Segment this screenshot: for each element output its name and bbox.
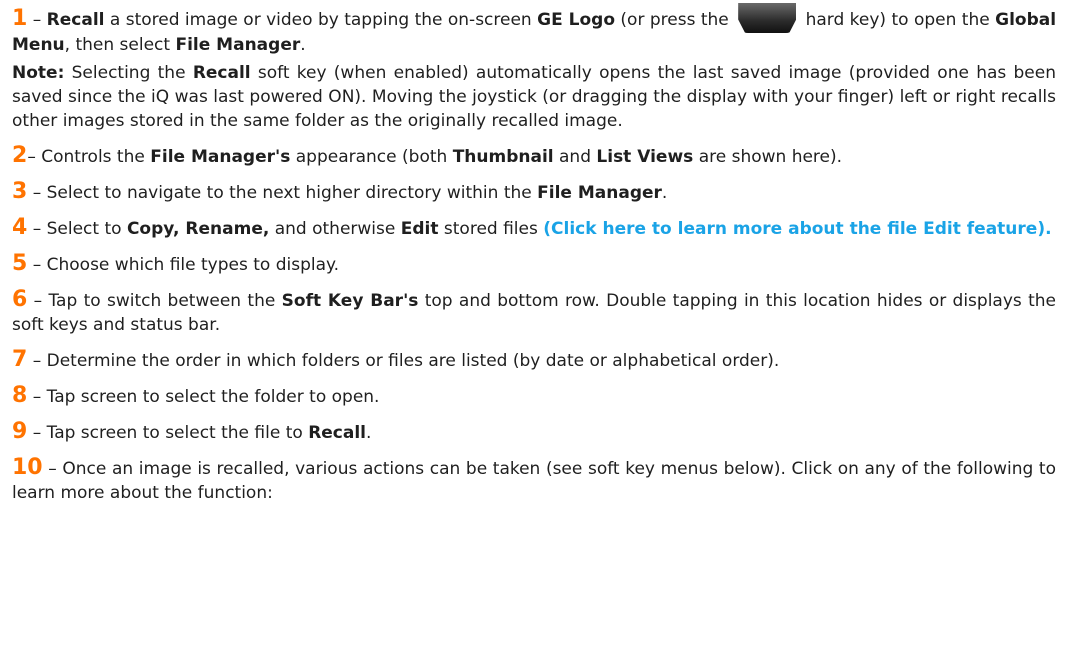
step-text: Choose which file types to display.	[46, 255, 340, 275]
recall-term: Recall	[308, 423, 367, 443]
file-managers-term: File Manager's	[150, 147, 291, 167]
dash: –	[33, 291, 43, 311]
step-number: 8	[12, 383, 28, 408]
step-text: Select to navigate to the next higher di…	[46, 183, 532, 203]
step-number: 9	[12, 419, 28, 444]
step-text: Select to	[46, 219, 122, 239]
step-text: stored files	[443, 219, 538, 239]
step-text: Tap to switch between the	[48, 291, 276, 311]
step-text: , then select	[64, 35, 171, 55]
step-text: Determine the order in which folders or …	[46, 351, 780, 371]
step-number: 5	[12, 251, 28, 276]
step-number: 7	[12, 347, 28, 372]
step-number: 6	[12, 287, 28, 312]
list-views-term: List Views	[596, 147, 694, 167]
step-1: 1 – Recall a stored image or video by ta…	[12, 3, 1056, 57]
step-text: Tap screen to select the folder to open.	[46, 387, 380, 407]
dash: –	[32, 387, 42, 407]
step-text: .	[661, 183, 668, 203]
ge-logo-hard-key-icon	[738, 3, 797, 33]
step-2: 2– Controls the File Manager's appearanc…	[12, 144, 1056, 169]
step-text: and	[559, 147, 591, 167]
step-10: 10 – Once an image is recalled, various …	[12, 456, 1056, 505]
step-text: Once an image is recalled, various actio…	[12, 459, 1056, 503]
dash: –	[32, 255, 42, 275]
dash: –	[48, 459, 57, 479]
dash: –	[32, 219, 42, 239]
recall-term: Recall	[192, 63, 251, 83]
soft-key-bar-term: Soft Key Bar's	[281, 291, 419, 311]
step-4: 4 – Select to Copy, Rename, and otherwis…	[12, 216, 1056, 241]
dash: –	[32, 10, 42, 30]
thumbnail-term: Thumbnail	[452, 147, 554, 167]
step-5: 5 – Choose which file types to display.	[12, 252, 1056, 277]
note-label: Note:	[12, 63, 65, 83]
step-number: 1	[12, 6, 28, 31]
recall-term: Recall	[46, 10, 105, 30]
step-number: 3	[12, 179, 28, 204]
step-text: Tap screen to select the file to	[46, 423, 303, 443]
step-number: 2	[12, 143, 28, 168]
instructions-page: 1 – Recall a stored image or video by ta…	[0, 0, 1068, 505]
step-text: Controls the	[41, 147, 145, 167]
step-text: appearance (both	[295, 147, 448, 167]
step-text: (or press the	[620, 10, 729, 30]
note-text: Selecting the	[71, 63, 186, 83]
step-text: .	[366, 423, 372, 443]
step-text: are shown here).	[698, 147, 843, 167]
step-3: 3 – Select to navigate to the next highe…	[12, 180, 1056, 205]
edit-feature-link[interactable]: (Click here to learn more about the file…	[543, 219, 1051, 239]
edit-term: Edit	[400, 219, 439, 239]
dash: –	[27, 147, 36, 167]
file-manager-term: File Manager	[175, 35, 301, 55]
note: Note: Selecting the Recall soft key (whe…	[12, 61, 1056, 133]
step-6: 6 – Tap to switch between the Soft Key B…	[12, 288, 1056, 337]
step-9: 9 – Tap screen to select the file to Rec…	[12, 420, 1056, 445]
step-8: 8 – Tap screen to select the folder to o…	[12, 384, 1056, 409]
step-text: and otherwise	[274, 219, 396, 239]
step-number: 4	[12, 215, 28, 240]
step-text: a stored image or video by tapping the o…	[109, 10, 532, 30]
dash: –	[32, 351, 42, 371]
step-text: hard key) to open the	[805, 10, 990, 30]
step-number: 10	[12, 455, 43, 480]
step-text: .	[300, 35, 306, 55]
dash: –	[32, 423, 42, 443]
ge-logo-term: GE Logo	[537, 10, 615, 30]
dash: –	[32, 183, 42, 203]
step-7: 7 – Determine the order in which folders…	[12, 348, 1056, 373]
file-manager-term: File Manager	[537, 183, 662, 203]
copy-rename-term: Copy, Rename,	[126, 219, 270, 239]
